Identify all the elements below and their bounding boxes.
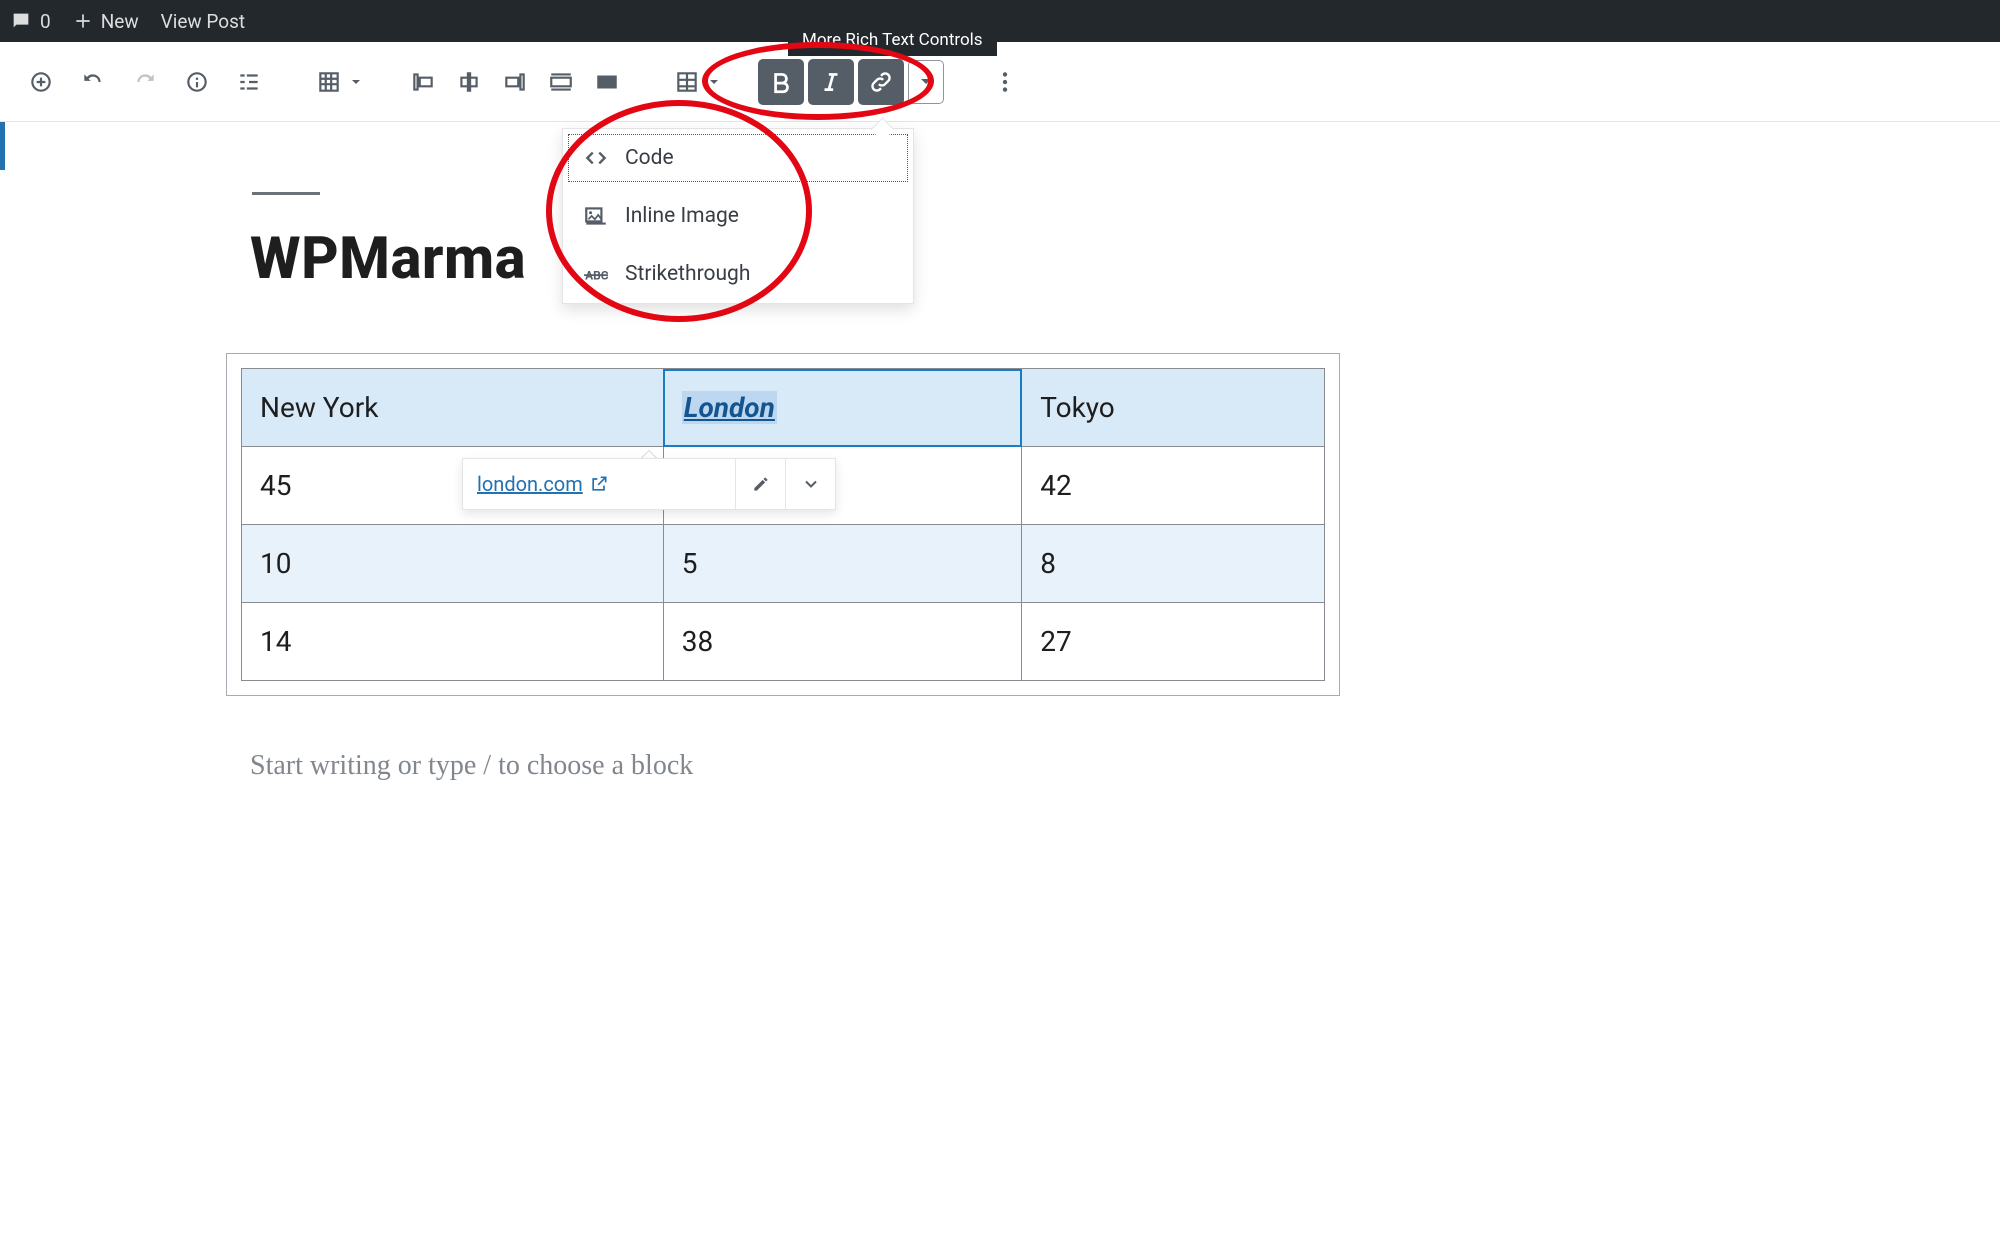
list-indent-icon	[236, 69, 262, 95]
align-left-icon	[410, 69, 436, 95]
add-block-button[interactable]	[18, 59, 64, 105]
comment-icon	[10, 10, 32, 32]
link-popover: london.com	[462, 458, 836, 510]
editor-toolbar	[0, 42, 2000, 122]
admin-bar: 0 New View Post	[0, 0, 2000, 42]
align-wide-button[interactable]	[538, 59, 584, 105]
align-full-button[interactable]	[584, 59, 630, 105]
table-edit-button[interactable]	[664, 59, 710, 105]
bold-button[interactable]	[758, 59, 804, 105]
chevron-down-icon	[921, 79, 931, 89]
view-post-link[interactable]: View Post	[161, 10, 246, 33]
plus-circle-icon	[28, 69, 54, 95]
table-cell[interactable]: 38	[663, 603, 1021, 681]
align-group	[400, 59, 630, 105]
bold-icon	[768, 69, 794, 95]
editor-content: WPMarma New York London Tokyo 45 20 42 1…	[0, 192, 2000, 782]
link-settings-button[interactable]	[785, 459, 835, 509]
strikethrough-icon: ABC	[583, 261, 609, 287]
align-right-icon	[502, 69, 528, 95]
tooltip-more-rich-text: More Rich Text Controls	[788, 24, 997, 56]
link-button[interactable]	[858, 59, 904, 105]
selection-indicator	[0, 122, 5, 170]
more-options-button[interactable]	[982, 59, 1028, 105]
post-title[interactable]: WPMarma	[250, 225, 2000, 293]
table-header-cell[interactable]: London	[663, 369, 1021, 447]
redo-button[interactable]	[122, 59, 168, 105]
table-cell[interactable]: 14	[242, 603, 664, 681]
align-full-icon	[594, 69, 620, 95]
table-cell[interactable]: 5	[663, 525, 1021, 603]
undo-button[interactable]	[70, 59, 116, 105]
link-text[interactable]: London	[682, 391, 777, 424]
undo-icon	[80, 69, 106, 95]
table-header-cell[interactable]: New York	[242, 369, 664, 447]
outline-button[interactable]	[226, 59, 272, 105]
align-right-button[interactable]	[492, 59, 538, 105]
table-cell[interactable]: 10	[242, 525, 664, 603]
info-icon	[184, 69, 210, 95]
pencil-icon	[751, 474, 771, 494]
block-type-button[interactable]	[306, 59, 352, 105]
table-cell[interactable]: 42	[1022, 447, 1325, 525]
align-wide-icon	[548, 69, 574, 95]
align-left-button[interactable]	[400, 59, 446, 105]
align-center-icon	[456, 69, 482, 95]
table-cell[interactable]: 27	[1022, 603, 1325, 681]
kebab-icon	[992, 69, 1018, 95]
align-center-button[interactable]	[446, 59, 492, 105]
link-icon	[868, 69, 894, 95]
comments-link[interactable]: 0	[10, 10, 51, 33]
link-url[interactable]: london.com	[463, 472, 623, 496]
title-rule	[252, 192, 320, 195]
info-button[interactable]	[174, 59, 220, 105]
italic-icon	[818, 69, 844, 95]
dropdown-item-strikethrough[interactable]: ABC Strikethrough	[563, 245, 913, 303]
code-icon	[583, 145, 609, 171]
dropdown-item-inline-image[interactable]: Inline Image	[563, 187, 913, 245]
external-link-icon	[589, 474, 609, 494]
view-post-label: View Post	[161, 10, 246, 33]
format-group	[758, 59, 948, 105]
plus-icon	[73, 11, 93, 31]
table-cell[interactable]: 8	[1022, 525, 1325, 603]
dropdown-item-code[interactable]: Code	[563, 129, 913, 187]
empty-paragraph[interactable]: Start writing or type / to choose a bloc…	[250, 750, 2000, 782]
inline-image-icon	[583, 203, 609, 229]
chevron-down-icon	[801, 474, 821, 494]
more-rich-text-button[interactable]	[908, 60, 944, 104]
table-edit-icon	[674, 69, 700, 95]
new-label: New	[101, 10, 139, 33]
table-block[interactable]: New York London Tokyo 45 20 42 10 5 8 14	[226, 353, 1340, 696]
redo-icon	[132, 69, 158, 95]
new-link[interactable]: New	[73, 10, 139, 33]
rich-text-dropdown: Code Inline Image ABC Strikethrough	[562, 128, 914, 304]
table-block-icon	[316, 69, 342, 95]
edit-link-button[interactable]	[735, 459, 785, 509]
italic-button[interactable]	[808, 59, 854, 105]
table-header-cell[interactable]: Tokyo	[1022, 369, 1325, 447]
comments-count: 0	[40, 10, 51, 33]
data-table: New York London Tokyo 45 20 42 10 5 8 14	[241, 368, 1325, 681]
